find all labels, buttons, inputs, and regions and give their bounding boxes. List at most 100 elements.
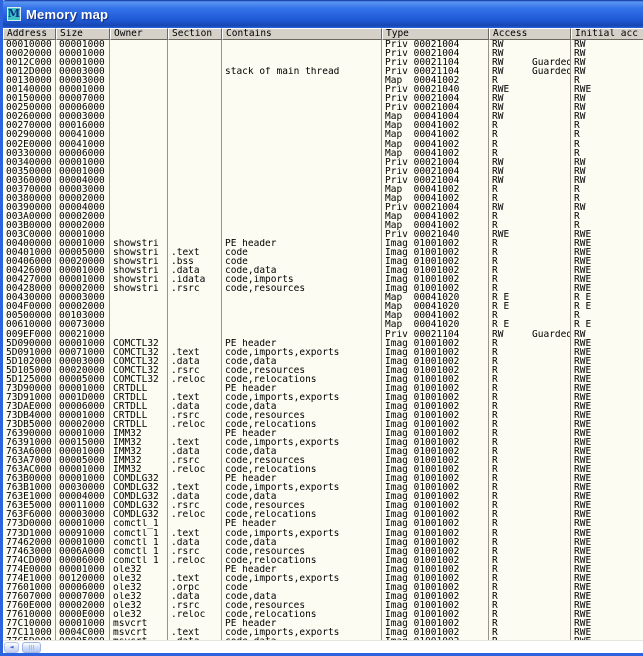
table-row[interactable]: 763A600000001000IMM32.datacode,dataImag … <box>3 447 643 456</box>
table-row[interactable]: 003A000000002000Map 00041002RR <box>3 212 643 221</box>
table-row[interactable]: 5D10200000003000COMCTL32.datacode,dataIm… <box>3 357 643 366</box>
table-row[interactable]: 0012D00000003000stack of main threadPriv… <box>3 67 643 76</box>
cell-initial_access: RWE <box>571 574 643 583</box>
table-row[interactable]: 73DB400000001000CRTDLL.rsrccode,resource… <box>3 411 643 420</box>
table-row[interactable]: 0039000000004000Priv 00021004RWRW <box>3 203 643 212</box>
table-row[interactable]: 77C1000000001000msvcrtPE headerImag 0100… <box>3 619 643 628</box>
table-row[interactable]: 776100000000E000ole32.reloccode,relocati… <box>3 610 643 619</box>
table-row[interactable]: 0002000000001000Priv 00021004RWRW <box>3 49 643 58</box>
table-row[interactable]: 73D9000000001000CRTDLLPE headerImag 0100… <box>3 384 643 393</box>
cell-access: R <box>489 592 571 601</box>
table-row[interactable]: 763AC00000001000IMM32.reloccode,relocati… <box>3 465 643 474</box>
table-row[interactable]: 0040600000020000showstri.bsscodeImag 010… <box>3 257 643 266</box>
table-row[interactable]: 0014000000001000Priv 00021040RWERWE <box>3 85 643 94</box>
table-row[interactable]: 5D12500000005000COMCTL32.reloccode,reloc… <box>3 375 643 384</box>
table-row[interactable]: 0013000000003000Map 00041002RR <box>3 76 643 85</box>
table-row[interactable]: 0040100000005000showstri.textcodeImag 01… <box>3 248 643 257</box>
column-header-type[interactable]: Type <box>382 28 489 40</box>
cell-initial_access: R E <box>571 293 643 302</box>
table-row[interactable]: 7760100000006000ole32.orpccodeImag 01001… <box>3 583 643 592</box>
table-row[interactable]: 0042800000002000showstri.rsrccode,resour… <box>3 284 643 293</box>
table-row[interactable]: 774630000006A000comctl_1.rsrccode,resour… <box>3 547 643 556</box>
column-header-address[interactable]: Address <box>3 28 56 40</box>
table-row[interactable]: 0037000000003000Map 00041002RR <box>3 185 643 194</box>
table-row[interactable]: 0061000000073000Map 00041020R ER E <box>3 320 643 329</box>
table-row[interactable]: 0001000000001000Priv 00021004RWRW <box>3 40 643 49</box>
cell-address: 00380000 <box>3 194 56 203</box>
table-row[interactable]: 7746200000001000comctl_1.datacode,dataIm… <box>3 538 643 547</box>
table-row[interactable]: 5D09100000071000COMCTL32.textcode,import… <box>3 348 643 357</box>
cell-section: .bss <box>168 257 222 266</box>
cell-owner: comctl_1 <box>110 547 168 556</box>
column-header-section[interactable]: Section <box>168 28 222 40</box>
table-row[interactable]: 0035000000001000Priv 00021004RWRW <box>3 167 643 176</box>
table-row[interactable]: 0042600000001000showstri.datacode,dataIm… <box>3 266 643 275</box>
table-row[interactable]: 0029000000041000Map 00041002RR <box>3 130 643 139</box>
table-row[interactable]: 0050000000103000Map 00041002RR <box>3 311 643 320</box>
table-row[interactable]: 0036000000004000Priv 00021004RWRW <box>3 176 643 185</box>
cell-initial_access: RWE <box>571 483 643 492</box>
column-header-contains[interactable]: Contains <box>222 28 382 40</box>
table-row[interactable]: 002E000000041000Map 00041002RR <box>3 140 643 149</box>
table-row[interactable]: 0025000000006000Priv 00021004RWRW <box>3 103 643 112</box>
cell-section <box>168 112 222 121</box>
table-row[interactable]: 003C000000001000Priv 00021040RWERWE <box>3 230 643 239</box>
table-row[interactable]: 7639000000001000IMM32PE headerImag 01001… <box>3 429 643 438</box>
table-row[interactable]: 009EF00000021000Priv 00021104RW GuardedR… <box>3 330 643 339</box>
table-row[interactable]: 0040000000001000showstriPE headerImag 01… <box>3 239 643 248</box>
table-row[interactable]: 773D100000091000comctl_1.textcode,import… <box>3 529 643 538</box>
table-row[interactable]: 774E100000120000ole32.textcode,imports,e… <box>3 574 643 583</box>
table-row[interactable]: 0027000000016000Map 00041002RR <box>3 121 643 130</box>
column-header-size[interactable]: Size <box>56 28 110 40</box>
column-header-initial-access[interactable]: Initial acc <box>571 28 643 40</box>
scrollbar-track[interactable] <box>41 642 643 653</box>
scroll-left-button[interactable]: ◄ <box>4 642 19 653</box>
table-row[interactable]: 0043000000003000Map 00041020R ER E <box>3 293 643 302</box>
column-header-owner[interactable]: Owner <box>110 28 168 40</box>
horizontal-scrollbar[interactable]: ◄ <box>3 640 643 653</box>
table-row[interactable]: 763F600000003000COMDLG32.reloccode,reloc… <box>3 510 643 519</box>
cell-contains: code,imports,exports <box>222 438 382 447</box>
column-header-access[interactable]: Access <box>489 28 571 40</box>
table-row[interactable]: 7639100000015000IMM32.textcode,imports,e… <box>3 438 643 447</box>
titlebar[interactable]: M Memory map <box>0 0 643 28</box>
cell-initial_access: RWE <box>571 447 643 456</box>
table-row[interactable]: 5D10500000020000COMCTL32.rsrccode,resour… <box>3 366 643 375</box>
table-row[interactable]: 0012C00000001000Priv 00021104RW GuardedR… <box>3 58 643 67</box>
cell-contains: PE header <box>222 619 382 628</box>
table-row[interactable]: 7760700000007000ole32.datacode,dataImag … <box>3 592 643 601</box>
table-row[interactable]: 73DAE00000006000CRTDLL.datacode,dataImag… <box>3 402 643 411</box>
table-row[interactable]: 774E000000001000ole32PE headerImag 01001… <box>3 565 643 574</box>
table-row[interactable]: 0034000000001000Priv 00021004RWRW <box>3 158 643 167</box>
table-row[interactable]: 004F000000002000Map 00041020R ER E <box>3 302 643 311</box>
table-row[interactable]: 003B000000002000Map 00041002RR <box>3 221 643 230</box>
table-row[interactable]: 77C5D00000005000msvcrt.datacode,dataImag… <box>3 637 643 640</box>
table-row[interactable]: 77C110000004C000msvcrt.textcode,imports,… <box>3 628 643 637</box>
cell-owner <box>110 130 168 139</box>
cell-address: 763A6000 <box>3 447 56 456</box>
table-row[interactable]: 763E100000004000COMDLG32.datacode,dataIm… <box>3 492 643 501</box>
table-row[interactable]: 0038000000002000Map 00041002RR <box>3 194 643 203</box>
table-row[interactable]: 0026000000003000Map 00041004RWRW <box>3 112 643 121</box>
cell-section <box>168 203 222 212</box>
table-row[interactable]: 73D910000001D000CRTDLL.textcode,imports,… <box>3 393 643 402</box>
cell-owner: COMDLG32 <box>110 501 168 510</box>
table-row[interactable]: 0033000000006000Map 00041002RR <box>3 149 643 158</box>
table-row[interactable]: 0042700000001000showstri.idatacode,impor… <box>3 275 643 284</box>
cell-initial_access: RWE <box>571 628 643 637</box>
table-row[interactable]: 0015000000007000Priv 00021004RWRW <box>3 94 643 103</box>
table-row[interactable]: 5D09000000001000COMCTL32PE headerImag 01… <box>3 339 643 348</box>
table-row[interactable]: 774CD00000006000comctl_1.reloccode,reloc… <box>3 556 643 565</box>
cell-type: Imag 01001002 <box>382 610 489 619</box>
table-row[interactable]: 763B100000030000COMDLG32.textcode,import… <box>3 483 643 492</box>
cell-owner: comctl_1 <box>110 519 168 528</box>
cell-size: 00073000 <box>56 320 110 329</box>
table-row[interactable]: 763B000000001000COMDLG32PE headerImag 01… <box>3 474 643 483</box>
table-row[interactable]: 773D000000001000comctl_1PE headerImag 01… <box>3 519 643 528</box>
scrollbar-thumb[interactable] <box>22 642 41 653</box>
table-row[interactable]: 73DB500000002000CRTDLL.reloccode,relocat… <box>3 420 643 429</box>
table-row[interactable]: 763E500000011000COMDLG32.rsrccode,resour… <box>3 501 643 510</box>
table-row[interactable]: 763A700000005000IMM32.rsrccode,resources… <box>3 456 643 465</box>
table-row[interactable]: 7760E00000002000ole32.rsrccode,resources… <box>3 601 643 610</box>
cell-owner: showstri <box>110 257 168 266</box>
